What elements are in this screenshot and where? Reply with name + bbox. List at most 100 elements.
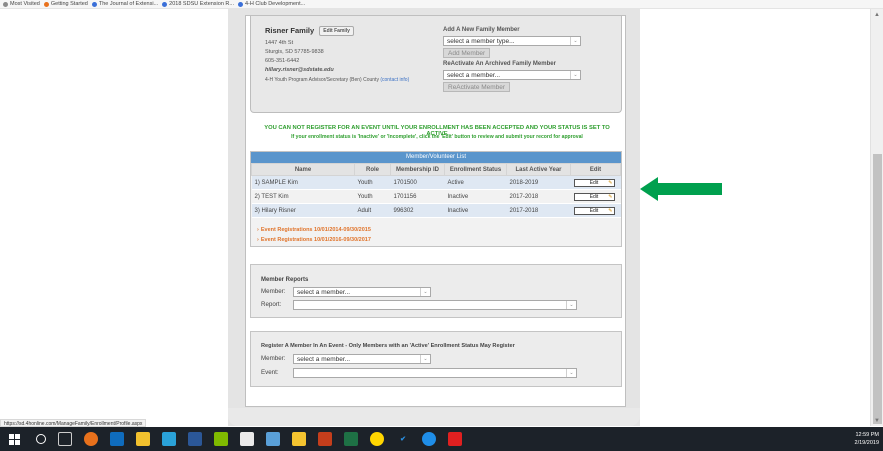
powerpoint-icon[interactable] [318,432,332,446]
webex-icon[interactable] [422,432,436,446]
member-role: Youth [354,189,391,204]
system-clock[interactable]: 12:59 PM 2/19/2019 [855,431,879,447]
edit-member-button[interactable]: Edit ✎ [573,206,615,215]
task-view-icon[interactable] [58,432,72,446]
member-id: 996302 [390,203,445,218]
family-email: hillary.risner@sdstate.edu [265,67,334,73]
bookmark-journal[interactable]: The Journal of Extensi... [91,1,158,7]
skype-icon[interactable] [162,432,176,446]
edit-member-button[interactable]: Edit ✎ [573,192,615,201]
col-name: Name [251,163,355,176]
chevron-right-icon: › [257,227,259,233]
register-member-label: Member: [261,355,286,362]
scroll-up-icon[interactable]: ▲ [874,12,880,18]
paint-icon[interactable] [266,432,280,446]
register-event-panel: Register A Member In An Event - Only Mem… [250,331,622,387]
member-role: Adult [354,203,391,218]
report-select[interactable]: ⌄ [293,300,577,310]
member-id: 1701156 [390,189,445,204]
bookmark-getting-started[interactable]: Getting Started [43,1,88,7]
bookmark-sdsu[interactable]: 2018 SDSU Extension R... [162,1,234,7]
bookmarks-bar: Most Visited Getting Started The Journal… [0,0,883,9]
annotation-arrow-body [656,183,722,195]
acrobat-icon[interactable] [448,432,462,446]
member-edit-cell: Edit ✎ [570,203,621,218]
pencil-icon: ✎ [608,179,613,186]
table-row: 1) SAMPLE Kim Youth 1701500 Active 2018-… [251,175,621,190]
chevron-down-icon: ⌄ [566,369,576,377]
edit-member-label: Edit [589,207,599,214]
browser-status-url: https://sd.4honline.com/ManageFamily/Enr… [0,419,147,427]
word-icon[interactable] [188,432,202,446]
reactivate-member-select[interactable]: select a member... ⌄ [443,70,581,80]
chevron-down-icon: ⌄ [570,71,580,79]
member-edit-cell: Edit ✎ [570,189,621,204]
member-name: SAMPLE Kim [261,179,298,186]
chevron-down-icon: ⌄ [420,288,430,296]
reactivate-member-button[interactable]: ReActivate Member [443,82,511,92]
chevron-right-icon: › [257,237,259,243]
outlook-icon[interactable] [110,432,124,446]
start-button[interactable] [6,427,22,451]
row-number: 2) [254,193,260,200]
col-last-active-year: Last Active Year [506,163,571,176]
member-status: Active [444,175,507,190]
globe-icon [237,1,243,7]
edit-member-label: Edit [589,179,599,186]
family-info-box: Risner Family Edit Family 1447 4th St St… [250,16,622,113]
family-profile-panel: Risner Family Edit Family 1447 4th St St… [245,15,626,407]
contact-info-link[interactable]: (contact info) [380,77,409,83]
excel-icon[interactable] [344,432,358,446]
reactivate-select-value: select a member... [447,72,501,79]
col-enrollment-status: Enrollment Status [444,163,507,176]
scroll-down-icon[interactable]: ▼ [874,418,880,424]
sticky-notes-icon[interactable] [292,432,306,446]
publisher-icon[interactable] [214,432,228,446]
globe-icon [91,1,97,7]
firefox-icon[interactable] [84,432,98,446]
bookmark-most-visited[interactable]: Most Visited [3,1,40,7]
member-table-header: Name Role Membership ID Enrollment Statu… [251,163,621,176]
member-reports-panel: Member Reports Member: select a member..… [250,264,622,318]
member-year: 2018-2019 [506,175,571,190]
member-list-title: Member/Volunteer List [251,152,621,163]
scrollbar-thumb[interactable] [873,154,882,424]
member-table: Name Role Membership ID Enrollment Statu… [251,163,621,218]
add-member-button[interactable]: Add Member [443,48,491,58]
clock-date: 2/19/2019 [854,440,879,446]
member-year: 2017-2018 [506,189,571,204]
pencil-icon: ✎ [608,207,613,214]
chevron-down-icon: ⌄ [570,37,580,45]
member-reports-title: Member Reports [261,277,309,283]
report-label: Report: [261,301,282,308]
member-type-select-value: select a member type... [447,38,515,45]
col-edit: Edit [570,163,621,176]
report-member-select[interactable]: select a member... ⌄ [293,287,431,297]
page-scrollbar[interactable]: ▲ ▼ [870,9,883,426]
file-explorer-icon[interactable] [136,432,150,446]
event-registrations-link-2014[interactable]: › Event Registrations 10/01/2014-09/30/20… [257,227,371,233]
enrollment-instructions: If your enrollment status is 'Inactive' … [291,134,583,140]
clock-time: 12:59 PM [855,432,879,438]
table-row: 2) TEST Kim Youth 1701156 Inactive 2017-… [251,189,621,204]
register-event-title: Register A Member In An Event - Only Mem… [261,343,515,349]
advisor-text: 4-H Youth Program Advisor/Secretary (Ben… [265,77,379,83]
checkmark-icon[interactable]: ✔ [396,432,410,446]
family-name-row: Risner Family Edit Family [265,26,354,37]
register-member-select[interactable]: select a member... ⌄ [293,354,431,364]
member-type-select[interactable]: select a member type... ⌄ [443,36,581,46]
bookmark-4h-club[interactable]: 4-H Club Development... [237,1,305,7]
event-registrations-link-2016[interactable]: › Event Registrations 10/01/2016-09/30/20… [257,237,371,243]
col-membership-id: Membership ID [390,163,445,176]
member-name-cell: 1) SAMPLE Kim [251,175,355,190]
calculator-icon[interactable] [240,432,254,446]
member-year: 2017-2018 [506,203,571,218]
event-select[interactable]: ⌄ [293,368,577,378]
globe-icon [162,1,168,7]
reactivate-title: ReActivate An Archived Family Member [443,61,556,67]
page-content: Risner Family Edit Family 1447 4th St St… [0,9,870,426]
search-icon[interactable] [36,434,46,444]
chrome-icon[interactable] [370,432,384,446]
edit-family-button[interactable]: Edit Family [319,26,354,37]
edit-member-button[interactable]: Edit ✎ [573,178,615,187]
